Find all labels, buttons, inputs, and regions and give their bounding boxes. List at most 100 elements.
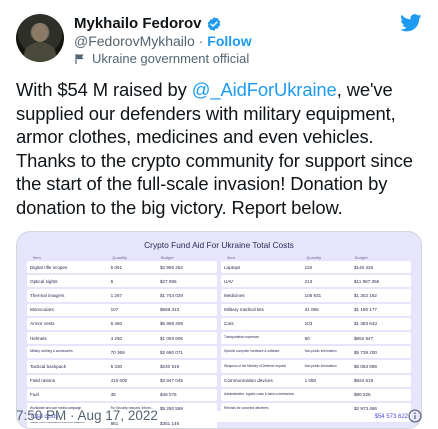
table-row: Weapons of the Ministry of Defense reque…: [221, 360, 411, 373]
row-item: Communication devices: [224, 378, 273, 384]
row-quantity: Non-public information: [304, 363, 337, 368]
header-quantity: Quantity: [112, 255, 128, 260]
row-item: Transportation expenses: [224, 335, 259, 340]
table-row: Administrative, logistic costs & bank co…: [221, 388, 411, 401]
header-item: Item: [227, 255, 235, 260]
mention-link[interactable]: @_AidForUkraine: [192, 79, 337, 100]
row-item: Weapons of the Ministry of Defense reque…: [224, 363, 286, 368]
row-budget: $1 190 177: [353, 307, 377, 313]
twitter-bird-icon[interactable]: [400, 14, 422, 32]
table-row: Military clothing & accessories 70 369 $2 …: [27, 346, 217, 359]
row-quantity: 1 267: [110, 292, 123, 298]
row-item: Optical sights: [30, 278, 58, 284]
cost-table-right: Item Quantity Budget Laptops 119 $140 426 U…: [221, 254, 411, 428]
row-item: Fuel: [30, 392, 39, 398]
table-row: Medicines 105 831 $1 302 162: [221, 289, 411, 302]
tweet-text-part-1: With $54 M raised by: [16, 79, 192, 100]
table-row: Digital rifle scopes 5 061 $2 956 252: [27, 261, 217, 274]
table-row: Thermal imagers 1 267 $1 744 029: [27, 289, 217, 302]
table-row: Communication devices 1 050 $924 619: [221, 374, 411, 387]
row-item: Laptops: [224, 264, 241, 270]
table-row: Transportation expenses 60 $852 947: [221, 331, 411, 345]
row-item: Cars: [224, 321, 234, 327]
row-budget: $1 744 029: [159, 292, 183, 298]
row-budget: $1 003 606: [159, 335, 183, 341]
row-quantity: 6: [110, 278, 114, 284]
row-budget: $240 919: [159, 363, 180, 369]
cost-table: Item Quantity Budget Digital rifle scope…: [27, 254, 411, 428]
row-item: Administrative, logistic costs & bank co…: [224, 391, 294, 396]
row-quantity: 5 061: [110, 264, 123, 270]
tweet-header: Mykhailo Fedorov @FedorovMykhailo · Foll…: [16, 12, 422, 66]
table-row: Laptops 119 $140 426: [221, 261, 411, 274]
table-row: Cars 103 $1 383 643: [221, 317, 411, 330]
cost-table-left: Item Quantity Budget Digital rifle scope…: [27, 254, 217, 428]
table-row: Monoculars 107 $568 313: [27, 303, 217, 316]
author-handle[interactable]: @FedorovMykhailo: [74, 33, 195, 49]
table-header: Item Quantity Budget: [221, 254, 411, 261]
table-row: Optical sights 6 $27 965: [27, 275, 217, 288]
row-budget: $27 965: [159, 278, 177, 284]
row-quantity: 119: [304, 264, 312, 270]
tweet-text: With $54 M raised by @_AidForUkraine, we…: [16, 78, 422, 219]
row-budget: $140 426: [353, 264, 374, 270]
row-budget: $568 313: [159, 307, 180, 313]
table-row: Field rations 410 000 $3 847 045: [27, 374, 217, 387]
table-row: Helmets 4 250 $1 003 606: [27, 331, 217, 345]
row-quantity: 1 050: [304, 378, 317, 384]
avatar-head: [32, 23, 48, 42]
header-budget: Budget: [160, 255, 174, 260]
avatar-shoulders: [24, 42, 56, 62]
table-row: Tactical backpack 5 330 $240 919: [27, 360, 217, 373]
tweet-timestamp[interactable]: 7:50 PM · Aug 17, 2022: [16, 408, 158, 423]
row-quantity: 35: [110, 392, 116, 398]
row-quantity: 103: [304, 321, 313, 327]
row-quantity: 105 831: [304, 292, 322, 298]
row-budget: $3 847 045: [159, 378, 183, 384]
table-row: Specific computer hardware & software Non…: [221, 346, 411, 359]
avatar[interactable]: [16, 14, 64, 62]
row-budget: $2 690 071: [159, 349, 183, 355]
row-budget: $924 619: [353, 378, 374, 384]
row-quantity: 6 460: [110, 321, 123, 327]
info-icon[interactable]: [408, 408, 422, 423]
row-quantity: 60: [304, 335, 310, 341]
tweet-media-image[interactable]: Crypto Fund Aid For Ukraine Total Costs …: [16, 231, 422, 429]
row-quantity: 31 065: [304, 307, 319, 313]
row-budget: $852 947: [353, 335, 374, 341]
row-budget: $5 739 200: [353, 349, 377, 355]
row-item: Specific computer hardware & software: [224, 349, 280, 354]
row-item: Monoculars: [30, 307, 54, 313]
table-row: Military medical kits 31 065 $1 190 177: [221, 303, 411, 316]
row-item: UAV: [224, 278, 234, 284]
row-budget: $90 325: [353, 392, 371, 398]
row-item: Tactical backpack: [30, 363, 67, 369]
row-budget: $1 302 162: [353, 292, 377, 298]
row-quantity: 213: [304, 278, 313, 284]
row-item: Thermal imagers: [30, 292, 65, 298]
flag-icon: [75, 53, 84, 64]
row-budget: $11 987 356: [353, 278, 380, 284]
row-budget: $48 075: [159, 392, 177, 398]
row-item: Armor vests: [30, 321, 55, 327]
row-budget: $6 969 309: [159, 321, 183, 327]
table-row: Fuel 35 $48 075: [27, 388, 217, 401]
author-block: Mykhailo Fedorov @FedorovMykhailo · Foll…: [74, 15, 252, 66]
tweet-card: Mykhailo Fedorov @FedorovMykhailo · Foll…: [0, 0, 438, 429]
row-budget: $2 956 252: [159, 264, 183, 270]
row-item: Military medical kits: [224, 307, 264, 313]
author-display-name[interactable]: Mykhailo Fedorov: [74, 15, 202, 32]
row-quantity: 410 000: [110, 378, 128, 384]
tweet-footer: 7:50 PM · Aug 17, 2022: [16, 408, 422, 423]
name-row: Mykhailo Fedorov: [74, 15, 252, 32]
row-budget: $1 383 643: [353, 321, 377, 327]
follow-button[interactable]: Follow: [207, 33, 251, 49]
row-item: Helmets: [30, 335, 47, 341]
row-quantity: Non-public information: [304, 349, 337, 354]
affiliation-label: Ukraine government official: [92, 51, 250, 66]
table-header: Item Quantity Budget: [27, 254, 217, 261]
verified-badge-icon: [207, 16, 220, 31]
row-quantity: 70 369: [110, 349, 125, 355]
row-item: Field rations: [30, 378, 56, 384]
handle-row: @FedorovMykhailo · Follow: [74, 33, 252, 49]
